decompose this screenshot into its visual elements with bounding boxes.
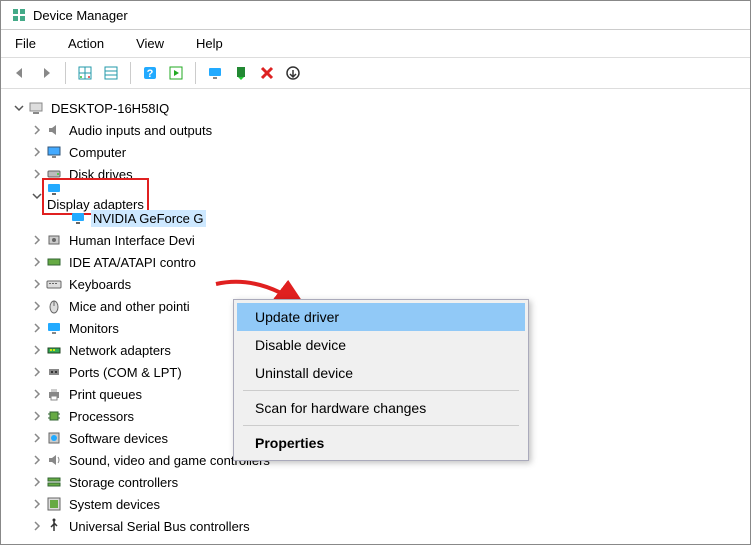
chevron-right-icon[interactable] bbox=[29, 320, 45, 336]
chevron-right-icon[interactable] bbox=[29, 144, 45, 160]
chevron-right-icon[interactable] bbox=[29, 364, 45, 380]
tree-item-label: Processors bbox=[67, 408, 136, 425]
tree-item-label: Software devices bbox=[67, 430, 170, 447]
usb-icon bbox=[45, 518, 63, 534]
chevron-right-icon[interactable] bbox=[29, 232, 45, 248]
tree-item[interactable]: Display adapters bbox=[5, 185, 746, 207]
speaker-icon bbox=[45, 122, 63, 138]
tree-item-label: System devices bbox=[67, 496, 162, 513]
chevron-right-icon[interactable] bbox=[29, 386, 45, 402]
network-icon bbox=[45, 342, 63, 358]
printer-icon bbox=[45, 386, 63, 402]
tree-item-label: Mice and other pointi bbox=[67, 298, 192, 315]
tree-item[interactable]: IDE ATA/ATAPI contro bbox=[5, 251, 746, 273]
computer-root-icon bbox=[27, 100, 45, 116]
tree-item-label: Keyboards bbox=[67, 276, 133, 293]
titlebar: Device Manager bbox=[1, 1, 750, 30]
chevron-right-icon[interactable] bbox=[29, 254, 45, 270]
device-manager-window: Device Manager File Action View Help ? D… bbox=[0, 0, 751, 545]
computer-icon bbox=[45, 144, 63, 160]
ctx-scan-hardware[interactable]: Scan for hardware changes bbox=[237, 394, 525, 422]
tree-item[interactable]: Storage controllers bbox=[5, 471, 746, 493]
ports-icon bbox=[45, 364, 63, 380]
tree-item[interactable]: Computer bbox=[5, 141, 746, 163]
tree-item-label: Audio inputs and outputs bbox=[67, 122, 214, 139]
tree-item-label: Human Interface Devi bbox=[67, 232, 197, 249]
ide-icon bbox=[45, 254, 63, 270]
monitor-icon[interactable] bbox=[204, 62, 226, 84]
tree-item-label: Universal Serial Bus controllers bbox=[67, 518, 252, 535]
display-adapter-icon bbox=[69, 210, 87, 226]
chevron-right-icon[interactable] bbox=[29, 276, 45, 292]
table-icon[interactable] bbox=[100, 62, 122, 84]
forward-arrow-icon[interactable] bbox=[35, 62, 57, 84]
tree-item-label: DESKTOP-16H58IQ bbox=[49, 100, 171, 117]
chevron-down-icon[interactable] bbox=[11, 100, 27, 116]
tree-panel: DESKTOP-16H58IQ Audio inputs and outputs C… bbox=[1, 89, 750, 544]
mouse-icon bbox=[45, 298, 63, 314]
ctx-update-driver[interactable]: Update driver bbox=[237, 303, 525, 331]
ctx-uninstall-device[interactable]: Uninstall device bbox=[237, 359, 525, 387]
back-arrow-icon[interactable] bbox=[9, 62, 31, 84]
chevron-right-icon[interactable] bbox=[29, 122, 45, 138]
help-icon[interactable]: ? bbox=[139, 62, 161, 84]
ctx-disable-device[interactable]: Disable device bbox=[237, 331, 525, 359]
chevron-right-icon[interactable] bbox=[29, 342, 45, 358]
menu-action[interactable]: Action bbox=[62, 34, 110, 53]
tree-item[interactable]: Audio inputs and outputs bbox=[5, 119, 746, 141]
chevron-right-icon[interactable] bbox=[29, 518, 45, 534]
software-icon bbox=[45, 430, 63, 446]
ctx-separator bbox=[243, 425, 519, 426]
tree-item-label: Computer bbox=[67, 144, 128, 161]
tree-item[interactable]: System devices bbox=[5, 493, 746, 515]
ctx-properties[interactable]: Properties bbox=[237, 429, 525, 457]
toolbar-divider bbox=[65, 62, 66, 84]
tree-item-label: Print queues bbox=[67, 386, 144, 403]
menu-view[interactable]: View bbox=[130, 34, 170, 53]
chevron-right-icon[interactable] bbox=[29, 430, 45, 446]
cpu-icon bbox=[45, 408, 63, 424]
hid-icon bbox=[45, 232, 63, 248]
chevron-right-icon[interactable] bbox=[29, 496, 45, 512]
menu-help[interactable]: Help bbox=[190, 34, 229, 53]
tree-item-label: NVIDIA GeForce G bbox=[91, 210, 206, 227]
tree-item-label: IDE ATA/ATAPI contro bbox=[67, 254, 198, 271]
chevron-right-icon[interactable] bbox=[29, 452, 45, 468]
toolbar: ? bbox=[1, 57, 750, 89]
ctx-separator bbox=[243, 390, 519, 391]
tree-item[interactable]: Keyboards bbox=[5, 273, 746, 295]
menu-file[interactable]: File bbox=[9, 34, 42, 53]
app-icon bbox=[11, 7, 27, 23]
install-icon[interactable] bbox=[230, 62, 252, 84]
svg-text:?: ? bbox=[147, 68, 154, 80]
system-icon bbox=[45, 496, 63, 512]
go-icon[interactable] bbox=[165, 62, 187, 84]
toolbar-divider bbox=[195, 62, 196, 84]
tree-item-label: Network adapters bbox=[67, 342, 173, 359]
context-menu: Update driver Disable device Uninstall d… bbox=[233, 299, 529, 461]
tree-item[interactable]: DESKTOP-16H58IQ bbox=[5, 97, 746, 119]
tree-item-label: Monitors bbox=[67, 320, 121, 337]
tree-item[interactable]: Human Interface Devi bbox=[5, 229, 746, 251]
tree-item-label: Ports (COM & LPT) bbox=[67, 364, 184, 381]
keyboard-icon bbox=[45, 276, 63, 292]
chevron-right-icon[interactable] bbox=[29, 474, 45, 490]
menubar: File Action View Help bbox=[1, 30, 750, 57]
close-x-icon[interactable] bbox=[256, 62, 278, 84]
toolbar-divider bbox=[130, 62, 131, 84]
properties-grid-icon[interactable] bbox=[74, 62, 96, 84]
tree-item-label: Storage controllers bbox=[67, 474, 180, 491]
storage-icon bbox=[45, 474, 63, 490]
chevron-right-icon[interactable] bbox=[29, 298, 45, 314]
window-title: Device Manager bbox=[33, 8, 128, 23]
chevron-right-icon[interactable] bbox=[29, 408, 45, 424]
refresh-icon[interactable] bbox=[282, 62, 304, 84]
tree-item[interactable]: NVIDIA GeForce G bbox=[5, 207, 746, 229]
monitor-icon bbox=[45, 320, 63, 336]
sound-icon bbox=[45, 452, 63, 468]
tree-item[interactable]: Universal Serial Bus controllers bbox=[5, 515, 746, 537]
display-adapter-icon bbox=[45, 181, 63, 197]
